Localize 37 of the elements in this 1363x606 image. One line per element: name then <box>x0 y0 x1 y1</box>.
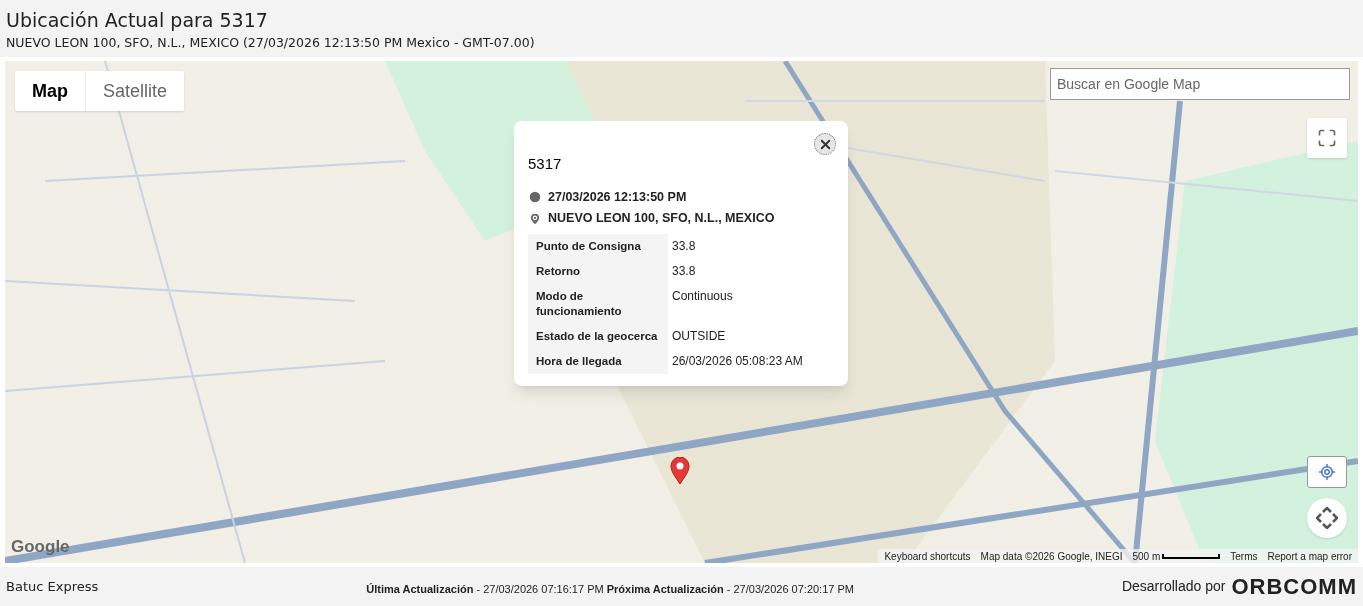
close-button[interactable] <box>814 133 836 155</box>
update-times: Última Actualización - 27/03/2026 07:16:17 PM Próxima Actualización - 27/03/2026 07:20:17 PM <box>366 582 854 598</box>
map-data-attribution: Map data ©2026 Google, INEGI <box>980 549 1123 563</box>
property-value: 26/03/2026 05:08:23 AM <box>671 353 804 370</box>
map-search-field[interactable]: Buscar en Google Map <box>1050 68 1350 100</box>
info-title: 5317 <box>528 154 563 174</box>
scale-label: 500 m <box>1132 549 1161 563</box>
info-address: NUEVO LEON 100, SFO, N.L., MEXICO <box>548 210 775 228</box>
property-label: Estado de la geocerca <box>528 324 668 349</box>
map-logo: Google <box>11 535 70 558</box>
brand-logo: ORBCOMM <box>1231 573 1357 601</box>
property-value: 33.8 <box>671 238 697 255</box>
my-location-button[interactable] <box>1307 456 1347 488</box>
report-error-link[interactable]: Report a map error <box>1267 548 1352 563</box>
info-time: 27/03/2026 12:13:50 PM <box>548 188 687 206</box>
developed-by-label: Desarrollado por <box>1121 577 1226 596</box>
page-title: Ubicación Actual para 5317 <box>6 8 269 32</box>
crosshair-icon <box>1318 463 1336 481</box>
keyboard-shortcuts-link[interactable]: Keyboard shortcuts <box>884 548 971 563</box>
pin-icon <box>528 211 542 226</box>
fullscreen-icon <box>1317 128 1337 148</box>
map-type-tab[interactable]: Map <box>15 71 85 111</box>
pan-arrows-icon <box>1316 507 1338 529</box>
fullscreen-button[interactable] <box>1307 118 1347 158</box>
property-label: Retorno <box>528 259 668 284</box>
property-value: Continuous <box>671 288 734 305</box>
map-type-tab[interactable]: Satellite <box>85 71 185 111</box>
property-value: OUTSIDE <box>671 328 727 345</box>
location-subtitle: NUEVO LEON 100, SFO, N.L., MEXICO (27/03/2026 12:13:50 PM Mexico - GMT-07.00) <box>6 35 536 51</box>
property-label: Hora de llegada <box>528 349 668 374</box>
terms-link[interactable]: Terms <box>1230 548 1258 563</box>
property-label: Modo de funcionamiento <box>528 284 668 324</box>
property-label: Punto de Consigna <box>528 234 668 259</box>
scale-bar <box>1162 553 1221 559</box>
company-name: Batuc Express <box>6 577 99 596</box>
location-pin-icon <box>670 457 690 485</box>
property-value: 33.8 <box>671 263 697 280</box>
